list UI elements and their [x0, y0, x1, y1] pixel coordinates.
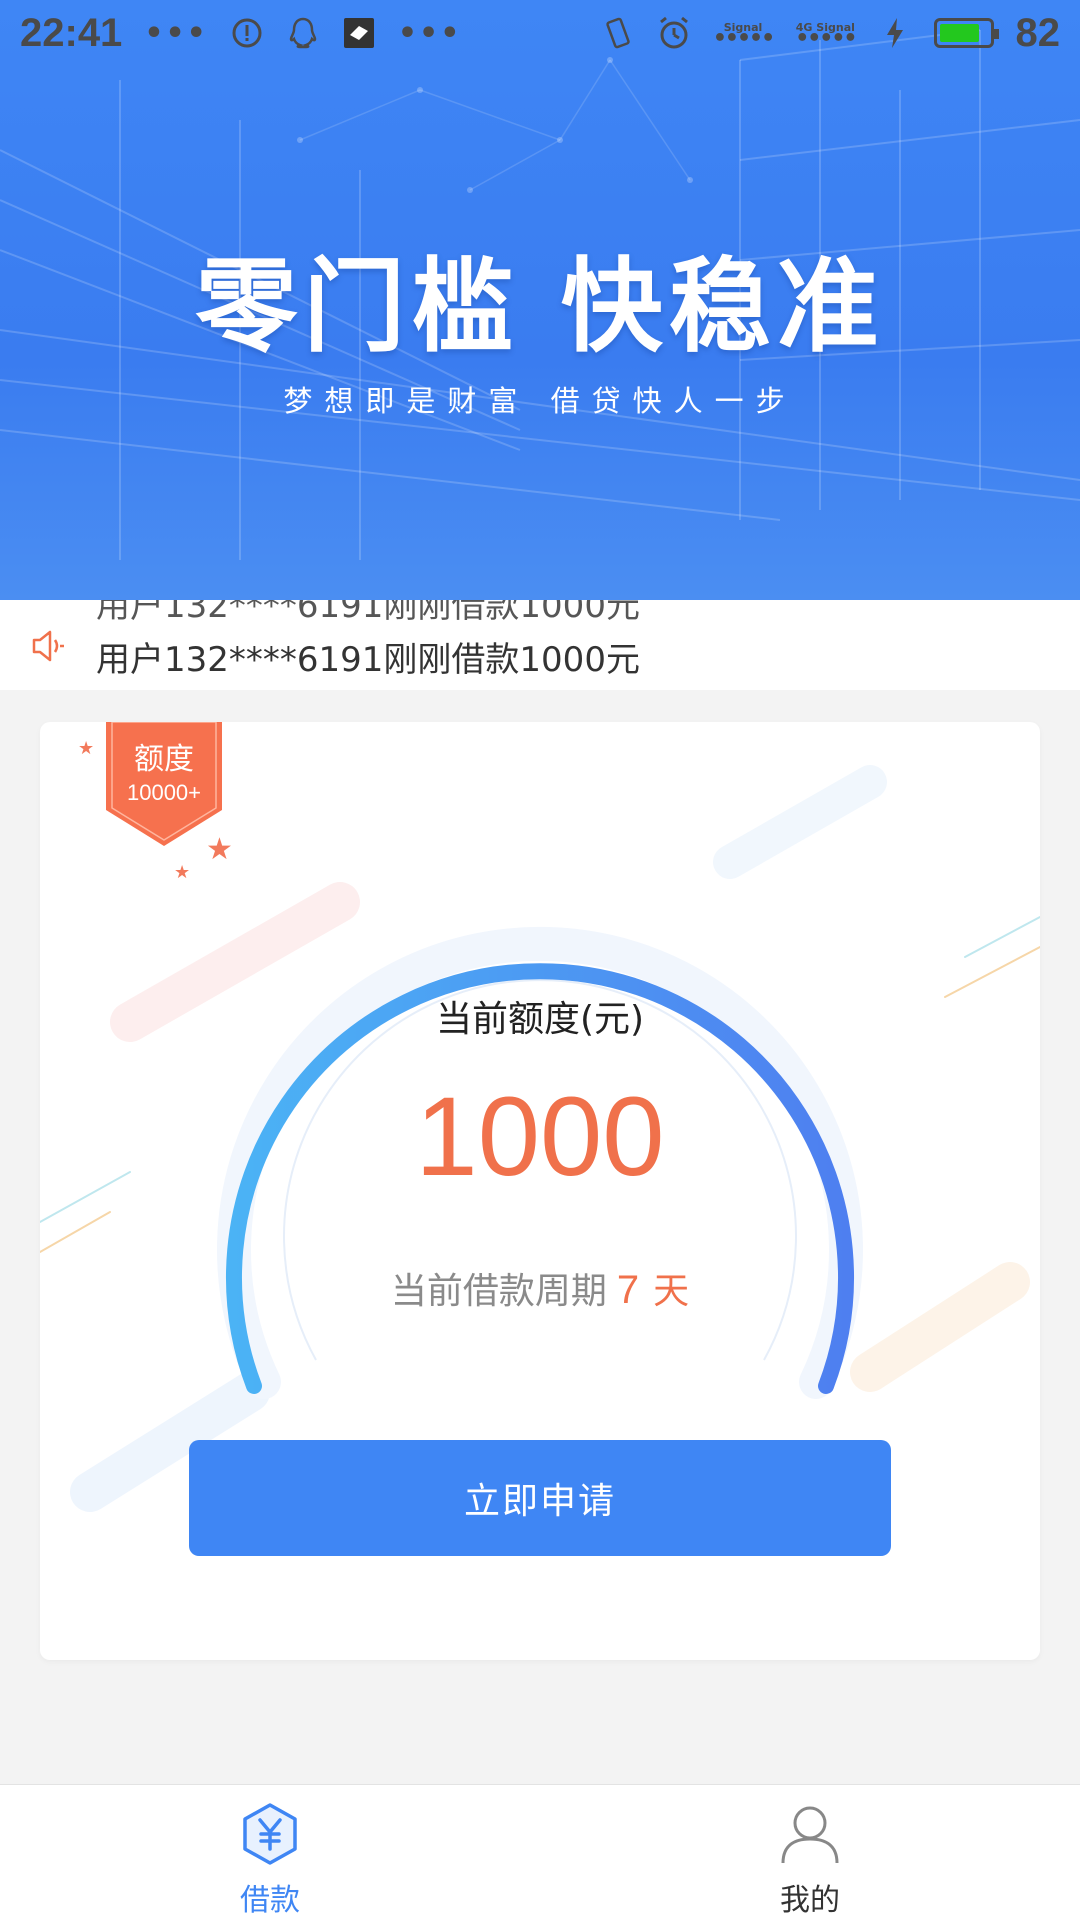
- status-time: 22:41: [20, 10, 123, 55]
- hero-banner: 零门槛 快稳准 梦想即是财富 借贷快人一步: [0, 0, 1080, 600]
- more-notifications-icon: •••: [144, 15, 208, 51]
- alert-icon: [230, 16, 264, 50]
- nav-label-mine: 我的: [780, 1883, 840, 1918]
- charging-icon: [878, 16, 912, 50]
- credit-card: 额度 10000+ ★ ★ ★ 当前额度(元) 1000 当前借款周期 7 天 立即…: [40, 722, 1040, 1660]
- nav-item-mine[interactable]: 我的: [540, 1785, 1080, 1921]
- current-limit-value: 1000: [415, 1074, 665, 1199]
- notice-text: 用户132****6191刚刚借款1000元: [96, 640, 640, 680]
- nav-label-loan: 借款: [240, 1883, 300, 1918]
- banner-subtitle: 梦想即是财富 借贷快人一步: [283, 384, 797, 418]
- apply-now-button[interactable]: 立即申请: [189, 1440, 891, 1556]
- badge-subtitle: 10000+: [126, 780, 202, 805]
- loan-period-value: 7: [616, 1268, 640, 1312]
- qq-icon: [286, 16, 320, 50]
- current-limit-label: 当前额度(元): [435, 999, 645, 1040]
- app-notification-icon: [342, 16, 376, 50]
- credit-limit-badge: 额度 10000+: [106, 722, 222, 848]
- star-icon: ★: [78, 738, 95, 759]
- banner-title: 零门槛 快稳准: [195, 248, 885, 367]
- bottom-nav: 借款 我的: [0, 1784, 1080, 1921]
- notice-previous-text: 用户132****6191刚刚借款1000元: [96, 600, 640, 626]
- more-notifications-icon-2: •••: [397, 15, 462, 51]
- loan-notice-ticker: 用户132****6191刚刚借款1000元 用户132****6191刚刚借款…: [0, 600, 1080, 690]
- signal-2-icon: 4G Signal •••••: [795, 21, 857, 51]
- badge-title: 额度: [134, 742, 194, 777]
- nav-item-loan[interactable]: 借款: [0, 1785, 540, 1921]
- loan-period-label: 当前借款周期: [390, 1271, 607, 1312]
- loan-period-unit: 天: [653, 1271, 690, 1312]
- yuan-hexagon-icon: [243, 1803, 297, 1865]
- status-bar: 22:41 ••• ••• Signal ••••• 4G Signal •••…: [0, 0, 1080, 66]
- star-icon: ★: [174, 862, 191, 883]
- alarm-icon: [657, 16, 691, 50]
- vibrate-icon: [601, 16, 635, 50]
- speaker-icon: [28, 626, 68, 666]
- battery-level: 82: [1015, 10, 1061, 55]
- user-icon: [781, 1806, 839, 1864]
- signal-1-icon: Signal •••••: [712, 21, 775, 51]
- battery-icon: [933, 18, 999, 48]
- loan-period: 当前借款周期 7 天: [40, 1262, 1040, 1314]
